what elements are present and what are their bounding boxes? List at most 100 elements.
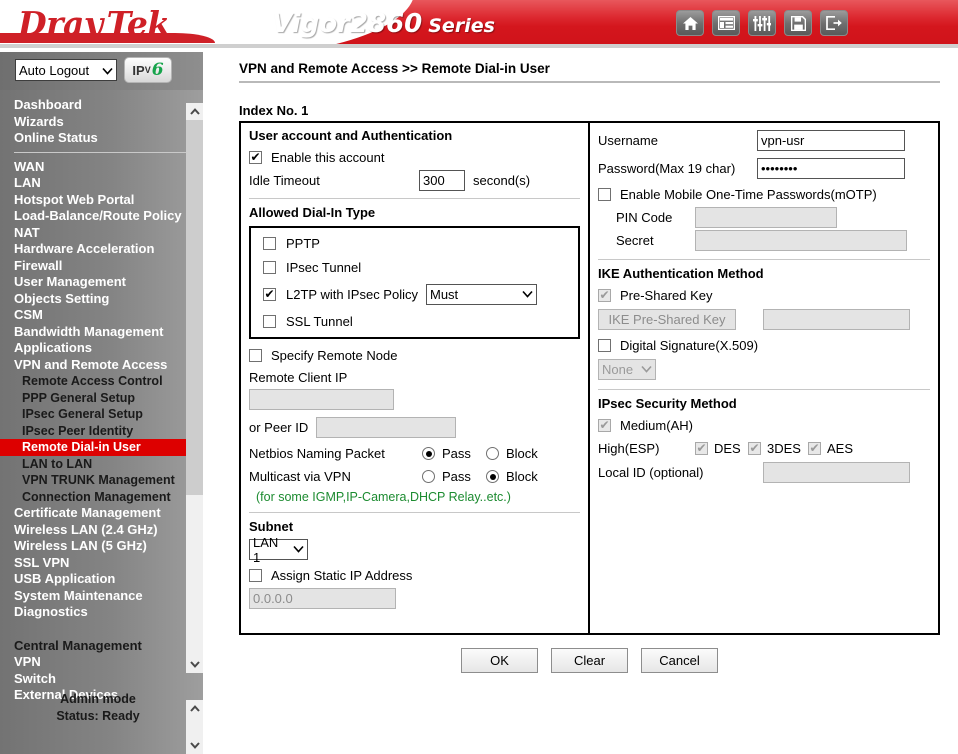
medium-ah-checkbox[interactable] — [598, 419, 611, 432]
digital-signature-select-value: None — [602, 362, 633, 377]
sidebar-item-lan-to-lan[interactable]: LAN to LAN — [0, 456, 196, 473]
assign-static-ip-label: Assign Static IP Address — [271, 568, 412, 583]
sidebar-item-remote-access-control[interactable]: Remote Access Control — [0, 373, 196, 390]
chevron-down-icon — [287, 544, 304, 556]
sidebar-item-certificate-management[interactable]: Certificate Management — [0, 505, 196, 522]
home-icon[interactable] — [676, 10, 704, 36]
sidebar-item-applications[interactable]: Applications — [0, 340, 196, 357]
motp-label: Enable Mobile One-Time Passwords(mOTP) — [620, 187, 877, 202]
sidebar-item-usb-application[interactable]: USB Application — [0, 571, 196, 588]
page-scroll-down-arrow[interactable] — [186, 737, 203, 754]
ssl-tunnel-checkbox[interactable] — [263, 315, 276, 328]
sidebar-item-bandwidth-management[interactable]: Bandwidth Management — [0, 324, 196, 341]
assign-static-ip-checkbox[interactable] — [249, 569, 262, 582]
dialin-row-ipsec-tunnel: IPsec Tunnel — [263, 260, 578, 275]
secret-input[interactable] — [695, 230, 907, 251]
sidebar-item-ppp-general-setup[interactable]: PPP General Setup — [0, 390, 196, 407]
enable-account-checkbox[interactable] — [249, 151, 262, 164]
des-checkbox[interactable] — [695, 442, 708, 455]
ok-button[interactable]: OK — [461, 648, 538, 673]
ipv6-button[interactable]: IPV6 — [124, 57, 172, 83]
sidebar-item-online-status[interactable]: Online Status — [0, 130, 196, 147]
peer-id-label: or Peer ID — [249, 420, 308, 435]
idle-timeout-input[interactable] — [419, 170, 465, 191]
save-icon[interactable] — [784, 10, 812, 36]
page-scroll-up-arrow[interactable] — [186, 700, 203, 717]
3des-checkbox[interactable] — [748, 442, 761, 455]
sidebar-item-hardware-acceleration[interactable]: Hardware Acceleration — [0, 241, 196, 258]
ike-preshared-key-input[interactable] — [763, 309, 910, 330]
sidebar-item-ipsec-general-setup[interactable]: IPsec General Setup — [0, 406, 196, 423]
sidebar-item-central-management[interactable]: Central Management — [0, 638, 196, 655]
auto-logout-select[interactable]: Auto Logout — [15, 59, 117, 81]
username-input[interactable] — [757, 130, 905, 151]
cancel-button[interactable]: Cancel — [641, 648, 718, 673]
page-scroll-track[interactable] — [186, 717, 203, 737]
sidebar-item-remote-dial-in-user[interactable]: Remote Dial-in User — [0, 439, 196, 456]
username-label: Username — [598, 133, 658, 148]
page-scrollbar[interactable] — [186, 700, 203, 754]
sidebar-item-hotspot-web-portal[interactable]: Hotspot Web Portal — [0, 192, 196, 209]
sidebar-item-connection-management[interactable]: Connection Management — [0, 489, 196, 506]
netbios-block-radio[interactable] — [486, 447, 499, 460]
digital-signature-select[interactable]: None — [598, 359, 656, 380]
sidebar-item-dashboard[interactable]: Dashboard — [0, 97, 196, 114]
sidebar-item-firewall[interactable]: Firewall — [0, 258, 196, 275]
menu-scroll-thumb[interactable] — [186, 120, 203, 495]
admin-mode-label: Admin mode — [0, 691, 196, 708]
sidebar-menu: Dashboard Wizards Online Status WAN LAN … — [0, 97, 196, 704]
local-id-input[interactable] — [763, 462, 910, 483]
multicast-pass-radio[interactable] — [422, 470, 435, 483]
motp-checkbox[interactable] — [598, 188, 611, 201]
sidebar-item-csm[interactable]: CSM — [0, 307, 196, 324]
sidebar-item-ipsec-peer-identity[interactable]: IPsec Peer Identity — [0, 423, 196, 440]
password-input[interactable] — [757, 158, 905, 179]
ipsec-tunnel-checkbox[interactable] — [263, 261, 276, 274]
aes-checkbox[interactable] — [808, 442, 821, 455]
netbios-label: Netbios Naming Packet — [249, 446, 385, 461]
menu-scrollbar[interactable] — [186, 103, 203, 673]
settings-panel: User account and Authentication Enable t… — [239, 121, 940, 635]
sidebar-item-vpn-trunk-management[interactable]: VPN TRUNK Management — [0, 472, 196, 489]
remote-client-ip-input[interactable] — [249, 389, 394, 410]
subnet-select[interactable]: LAN 1 — [249, 539, 308, 560]
menu-scroll-up-arrow[interactable] — [186, 103, 203, 120]
sidebar-item-wizards[interactable]: Wizards — [0, 114, 196, 131]
l2tp-checkbox[interactable] — [263, 288, 276, 301]
sidebar-item-vpn[interactable]: VPN — [0, 654, 196, 671]
multicast-block-radio[interactable] — [486, 470, 499, 483]
sidebar-item-load-balance-route-policy[interactable]: Load-Balance/Route Policy — [0, 208, 196, 225]
ike-preshared-key-button[interactable]: IKE Pre-Shared Key — [598, 309, 736, 330]
sidebar-item-system-maintenance[interactable]: System Maintenance — [0, 588, 196, 605]
sidebar-item-wireless-lan-24[interactable]: Wireless LAN (2.4 GHz) — [0, 522, 196, 539]
l2tp-policy-select[interactable]: Must — [426, 284, 537, 305]
clear-button[interactable]: Clear — [551, 648, 628, 673]
peer-id-input[interactable] — [316, 417, 456, 438]
sidebar-item-lan[interactable]: LAN — [0, 175, 196, 192]
logout-icon[interactable] — [820, 10, 848, 36]
netbios-pass-radio[interactable] — [422, 447, 435, 460]
menu-scroll-down-arrow[interactable] — [186, 656, 203, 673]
netbios-block-label: Block — [506, 446, 538, 461]
static-ip-input[interactable] — [249, 588, 396, 609]
sidebar-item-vpn-and-remote-access[interactable]: VPN and Remote Access — [0, 357, 196, 374]
section-user-account-auth: User account and Authentication — [249, 128, 580, 143]
sidebar-item-diagnostics[interactable]: Diagnostics — [0, 604, 196, 621]
sidebar-item-nat[interactable]: NAT — [0, 225, 196, 242]
sidebar-item-ssl-vpn[interactable]: SSL VPN — [0, 555, 196, 572]
specify-remote-node-checkbox[interactable] — [249, 349, 262, 362]
digital-signature-label: Digital Signature(X.509) — [620, 338, 758, 353]
sidebar-item-switch[interactable]: Switch — [0, 671, 196, 688]
pre-shared-key-checkbox[interactable] — [598, 289, 611, 302]
ipv6-six-label: 6 — [152, 60, 164, 80]
sidebar-item-wan[interactable]: WAN — [0, 159, 196, 176]
sitemap-icon[interactable] — [712, 10, 740, 36]
sidebar-item-wireless-lan-5[interactable]: Wireless LAN (5 GHz) — [0, 538, 196, 555]
sidebar-item-objects-setting[interactable]: Objects Setting — [0, 291, 196, 308]
pptp-checkbox[interactable] — [263, 237, 276, 250]
tools-icon[interactable] — [748, 10, 776, 36]
specify-remote-node-row: Specify Remote Node — [249, 348, 580, 363]
digital-signature-checkbox[interactable] — [598, 339, 611, 352]
sidebar-item-user-management[interactable]: User Management — [0, 274, 196, 291]
pin-code-input[interactable] — [695, 207, 837, 228]
